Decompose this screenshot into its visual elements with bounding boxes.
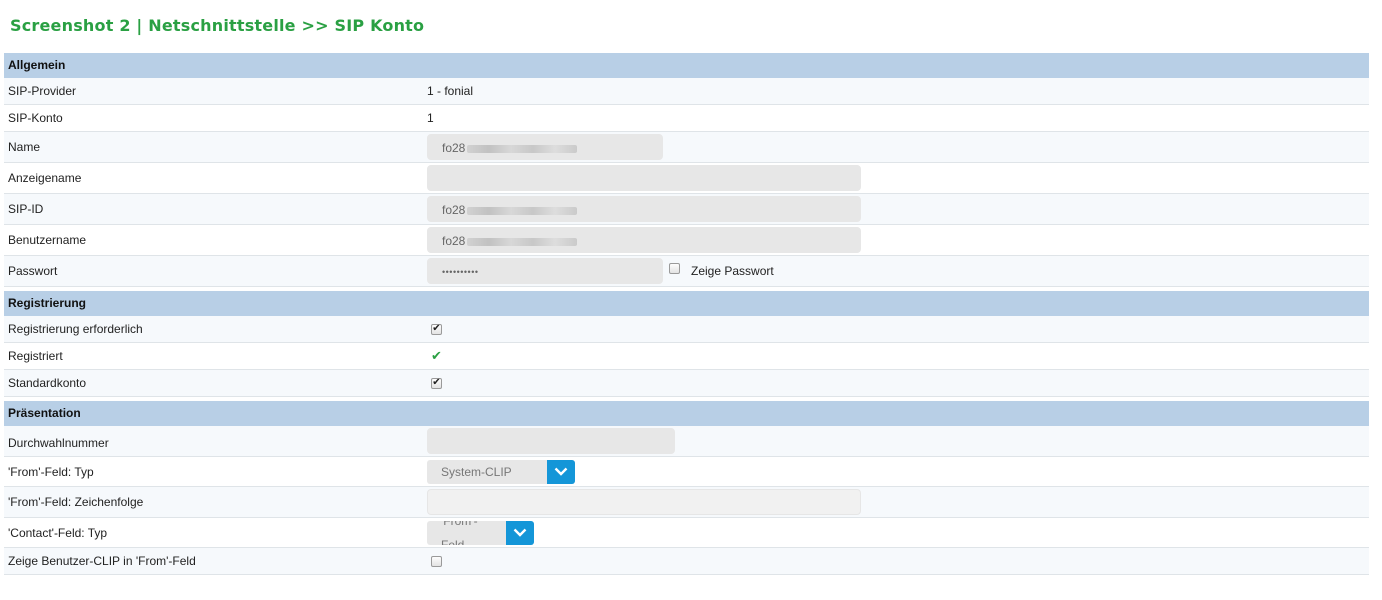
sip-account-form: Allgemein SIP-Provider 1 - fonial SIP-Ko… <box>4 53 1369 575</box>
row-durchwahlnummer: Durchwahlnummer <box>4 426 1369 457</box>
from-zeichenfolge-label: 'From'-Feld: Zeichenfolge <box>8 495 144 509</box>
durchwahlnummer-input[interactable] <box>427 428 675 454</box>
row-from-typ: 'From'-Feld: Typ System-CLIP <box>4 457 1369 487</box>
passwort-label: Passwort <box>8 264 58 278</box>
show-password-label[interactable]: Zeige Passwort <box>691 264 774 278</box>
row-registrierung-erforderlich: Registrierung erforderlich ✔ <box>4 316 1369 343</box>
name-value: fo28 <box>442 141 466 155</box>
sip-provider-label: SIP-Provider <box>8 84 77 98</box>
name-input[interactable]: fo28 <box>427 134 663 160</box>
standardkonto-checkbox[interactable]: ✔ <box>431 377 442 389</box>
redacted-blur <box>467 206 578 215</box>
row-standardkonto: Standardkonto ✔ <box>4 370 1369 397</box>
page-title: Screenshot 2 | Netschnittstelle >> SIP K… <box>10 16 425 35</box>
section-praesentation: Präsentation <box>4 401 1369 426</box>
row-passwort: Passwort •••••••••• Zeige Passwort <box>4 256 1369 287</box>
redacted-blur <box>467 144 578 153</box>
from-typ-label: 'From'-Feld: Typ <box>8 464 94 479</box>
benutzername-input[interactable]: fo28 <box>427 227 861 253</box>
section-registrierung: Registrierung <box>4 291 1369 316</box>
durchwahlnummer-label: Durchwahlnummer <box>8 436 109 450</box>
chevron-down-icon[interactable] <box>506 520 534 545</box>
contact-typ-select[interactable]: 'From'-Feld <box>427 520 534 545</box>
standardkonto-label: Standardkonto <box>8 376 87 390</box>
sip-id-value: fo28 <box>442 203 466 217</box>
registriert-label: Registriert <box>8 349 63 363</box>
row-anzeigename: Anzeigename <box>4 163 1369 194</box>
row-benutzername: Benutzername fo28 <box>4 225 1369 256</box>
redacted-blur <box>467 237 578 246</box>
row-benutzer-clip: Zeige Benutzer-CLIP in 'From'-Feld <box>4 548 1369 575</box>
section-allgemein: Allgemein <box>4 53 1369 78</box>
from-zeichenfolge-input[interactable] <box>427 489 861 515</box>
row-sip-provider: SIP-Provider 1 - fonial <box>4 78 1369 105</box>
contact-typ-label: 'Contact'-Feld: Typ <box>8 525 108 540</box>
row-sip-konto: SIP-Konto 1 <box>4 105 1369 132</box>
benutzername-label: Benutzername <box>8 233 87 247</box>
row-sip-id: SIP-ID fo28 <box>4 194 1369 225</box>
anzeigename-input[interactable] <box>427 165 861 191</box>
registrierung-erforderlich-checkbox[interactable]: ✔ <box>431 323 442 335</box>
benutzer-clip-checkbox[interactable] <box>431 555 442 567</box>
from-typ-select[interactable]: System-CLIP <box>427 459 575 484</box>
row-contact-typ: 'Contact'-Feld: Typ 'From'-Feld <box>4 518 1369 548</box>
row-name: Name fo28 <box>4 132 1369 163</box>
sip-provider-value: 1 - fonial <box>427 84 474 98</box>
check-icon: ✔ <box>431 348 442 363</box>
anzeigename-label: Anzeigename <box>8 171 82 185</box>
sip-konto-label: SIP-Konto <box>8 111 63 125</box>
chevron-down-icon[interactable] <box>547 459 575 484</box>
row-registriert: Registriert ✔ <box>4 343 1369 370</box>
sip-konto-value: 1 <box>427 111 434 125</box>
from-typ-selected: System-CLIP <box>441 464 512 479</box>
row-from-zeichenfolge: 'From'-Feld: Zeichenfolge <box>4 487 1369 518</box>
contact-typ-selected: 'From'-Feld <box>441 520 478 545</box>
sip-id-label: SIP-ID <box>8 202 44 216</box>
passwort-input[interactable]: •••••••••• <box>427 258 663 284</box>
sip-id-input[interactable]: fo28 <box>427 196 861 222</box>
benutzername-value: fo28 <box>442 234 466 248</box>
registrierung-erforderlich-label: Registrierung erforderlich <box>8 322 143 336</box>
name-label: Name <box>8 140 41 154</box>
show-password-checkbox[interactable] <box>669 262 680 274</box>
benutzer-clip-label: Zeige Benutzer-CLIP in 'From'-Feld <box>8 554 196 568</box>
